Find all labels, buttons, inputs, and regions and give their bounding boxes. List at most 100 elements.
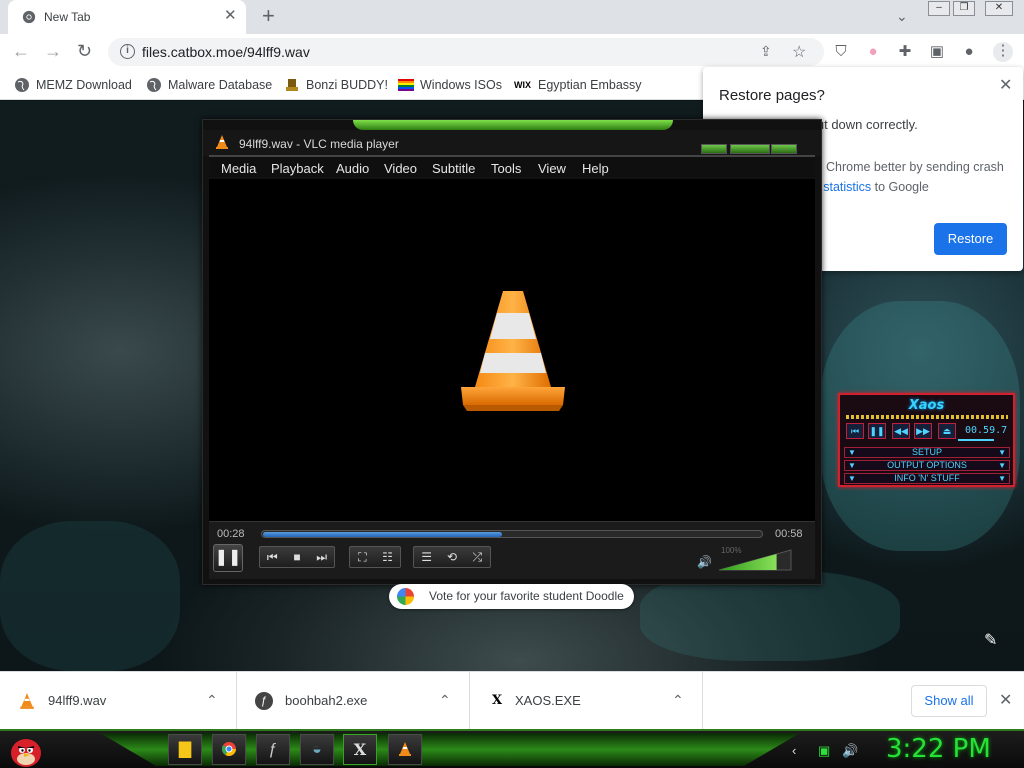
show-all-button[interactable]: Show all (911, 685, 987, 717)
xaos-prev-icon[interactable]: ⏮ (846, 423, 864, 439)
bookmark-label: MEMZ Download (36, 78, 132, 92)
xaos-forward-icon[interactable]: ▶▶ (914, 423, 932, 439)
new-tab-button[interactable]: + (262, 5, 275, 27)
reload-icon[interactable]: ↻ (77, 42, 92, 60)
stop-icon[interactable]: ■ (285, 547, 310, 567)
speaker-icon[interactable]: 🔊 (697, 555, 712, 569)
taskbar-explorer[interactable]: ▇ (168, 734, 202, 765)
previous-icon[interactable]: ⏮ (260, 547, 285, 567)
xaos-player: Xaos ⏮ ❚❚ ◀◀ ▶▶ ⏏ 00.59.7 ▼ SETUP ▼ ▼ OUTPU… (838, 393, 1015, 487)
chevron-up-icon[interactable]: ⌃ (439, 692, 451, 709)
globe-icon (15, 78, 29, 92)
loop-icon[interactable]: ⟲ (439, 547, 464, 567)
xaos-volume-slider[interactable] (958, 439, 994, 441)
tray-chevron-icon[interactable]: ‹ (792, 743, 796, 758)
bookmark-item[interactable]: WIX Egyptian Embassy (514, 76, 642, 94)
site-info-icon[interactable]: i (120, 44, 135, 59)
shuffle-icon[interactable]: ⤮ (465, 547, 490, 567)
vlc-cone-icon (216, 135, 228, 149)
download-item[interactable]: 94lff9.wav ⌃ (0, 672, 237, 730)
view-group: ⛶ ☷ (349, 546, 401, 568)
menu-video[interactable]: Video (384, 161, 417, 176)
extension-flag-icon[interactable]: ● (864, 43, 882, 61)
close-window-button[interactable]: ✕ (985, 1, 1013, 16)
download-item[interactable]: ƒ boohbah2.exe ⌃ (237, 672, 470, 730)
taskbar-bird[interactable]: ◒ (300, 734, 334, 765)
menu-tools[interactable]: Tools (491, 161, 521, 176)
menu-kebab-icon[interactable]: ⋮ (993, 42, 1013, 62)
xaos-icon: X (353, 740, 367, 759)
vlc-cone-icon (399, 742, 411, 756)
taskbar-clock[interactable]: 3:22 PM (886, 734, 991, 764)
chevron-up-icon[interactable]: ⌃ (206, 692, 218, 709)
bookmark-item[interactable]: MEMZ Download (14, 76, 132, 94)
chevron-up-icon[interactable]: ⌃ (672, 692, 684, 709)
url-text[interactable]: files.catbox.moe/94lff9.wav (142, 44, 310, 60)
playlist-icon[interactable]: ☰ (414, 547, 439, 567)
browser-toolbar: ← → ↻ i files.catbox.moe/94lff9.wav ⇪ ☆ … (0, 34, 1024, 70)
address-bar[interactable]: i files.catbox.moe/94lff9.wav ⇪ ☆ (108, 38, 824, 66)
menu-media[interactable]: Media (221, 161, 256, 176)
tray-network-icon[interactable]: ▣ (818, 743, 830, 759)
vlc-close-button[interactable] (771, 144, 797, 154)
xaos-setup-row[interactable]: ▼ SETUP ▼ (844, 447, 1010, 458)
xaos-info-row[interactable]: ▼ INFO 'N' STUFF ▼ (844, 473, 1010, 484)
close-icon[interactable]: ✕ (999, 75, 1012, 95)
bookmark-star-icon[interactable]: ☆ (792, 42, 806, 62)
download-item[interactable]: X XAOS.EXE ⌃ (470, 672, 703, 730)
taskbar-chrome[interactable] (212, 734, 246, 765)
bonzi-icon (286, 79, 298, 91)
vlc-maximize-button[interactable] (730, 144, 770, 154)
xaos-pause-icon[interactable]: ❚❚ (868, 423, 886, 439)
vlc-titlebar[interactable]: 94lff9.wav - VLC media player (203, 130, 821, 156)
start-button-angry-bird-icon[interactable] (4, 731, 46, 768)
expand-icon: ▼ (848, 474, 856, 483)
volume-slider[interactable] (719, 548, 793, 572)
seek-slider[interactable] (261, 530, 763, 538)
vlc-video-area[interactable] (209, 179, 815, 521)
bookmark-item[interactable]: Malware Database (146, 76, 272, 94)
close-shelf-icon[interactable]: ✕ (999, 690, 1012, 710)
menu-playback[interactable]: Playback (271, 161, 324, 176)
expand-icon: ▼ (998, 461, 1006, 470)
xaos-eject-icon[interactable]: ⏏ (938, 423, 956, 439)
ublock-shield-icon[interactable]: ⛉ (832, 43, 850, 61)
forward-arrow-icon[interactable]: → (44, 42, 62, 60)
extensions-puzzle-icon[interactable]: ✚ (896, 43, 914, 61)
bookmark-item[interactable]: Windows ISOs (398, 76, 502, 94)
xaos-rewind-icon[interactable]: ◀◀ (892, 423, 910, 439)
browser-tab[interactable]: New Tab ✕ (8, 0, 246, 34)
bird-icon: ◒ (312, 741, 322, 758)
back-arrow-icon[interactable]: ← (12, 42, 30, 60)
side-panel-icon[interactable]: ▣ (928, 43, 946, 61)
menu-view[interactable]: View (538, 161, 566, 176)
tray-volume-icon[interactable]: 🔊 (842, 743, 858, 759)
bookmark-item[interactable]: Bonzi BUDDY! (284, 76, 388, 94)
pause-button[interactable]: ❚❚ (213, 544, 243, 572)
restore-button[interactable]: Restore (934, 223, 1007, 255)
xaos-output-row[interactable]: ▼ OUTPUT OPTIONS ▼ (844, 460, 1010, 471)
next-icon[interactable]: ⏭ (309, 547, 334, 567)
share-icon[interactable]: ⇪ (760, 43, 772, 60)
xaos-icon: X (491, 693, 503, 708)
taskbar-vlc[interactable] (388, 734, 422, 765)
menu-subtitle[interactable]: Subtitle (432, 161, 475, 176)
menu-audio[interactable]: Audio (336, 161, 369, 176)
tab-search-chevron-icon[interactable]: ⌄ (896, 8, 908, 25)
vlc-window: 94lff9.wav - VLC media player Media Play… (202, 119, 822, 585)
fullscreen-icon[interactable]: ⛶ (350, 547, 375, 567)
customize-pencil-icon[interactable]: ✎ (984, 630, 997, 650)
minimize-button[interactable]: – (928, 1, 950, 16)
extended-settings-icon[interactable]: ☷ (375, 547, 400, 567)
menu-help[interactable]: Help (582, 161, 609, 176)
taskbar-flash[interactable]: ƒ (256, 734, 290, 765)
tab-close-icon[interactable]: ✕ (224, 8, 237, 24)
doodle-promo[interactable]: Vote for your favorite student Doodle (389, 584, 634, 609)
vlc-skin-glow (353, 120, 673, 130)
chrome-icon (22, 10, 36, 24)
restore-window-button[interactable]: ❐ (953, 1, 975, 16)
taskbar-xaos[interactable]: X (343, 734, 377, 765)
wix-icon: WIX (514, 80, 531, 90)
profile-avatar-icon[interactable]: ● (960, 43, 978, 61)
vlc-minimize-button[interactable] (701, 144, 727, 154)
